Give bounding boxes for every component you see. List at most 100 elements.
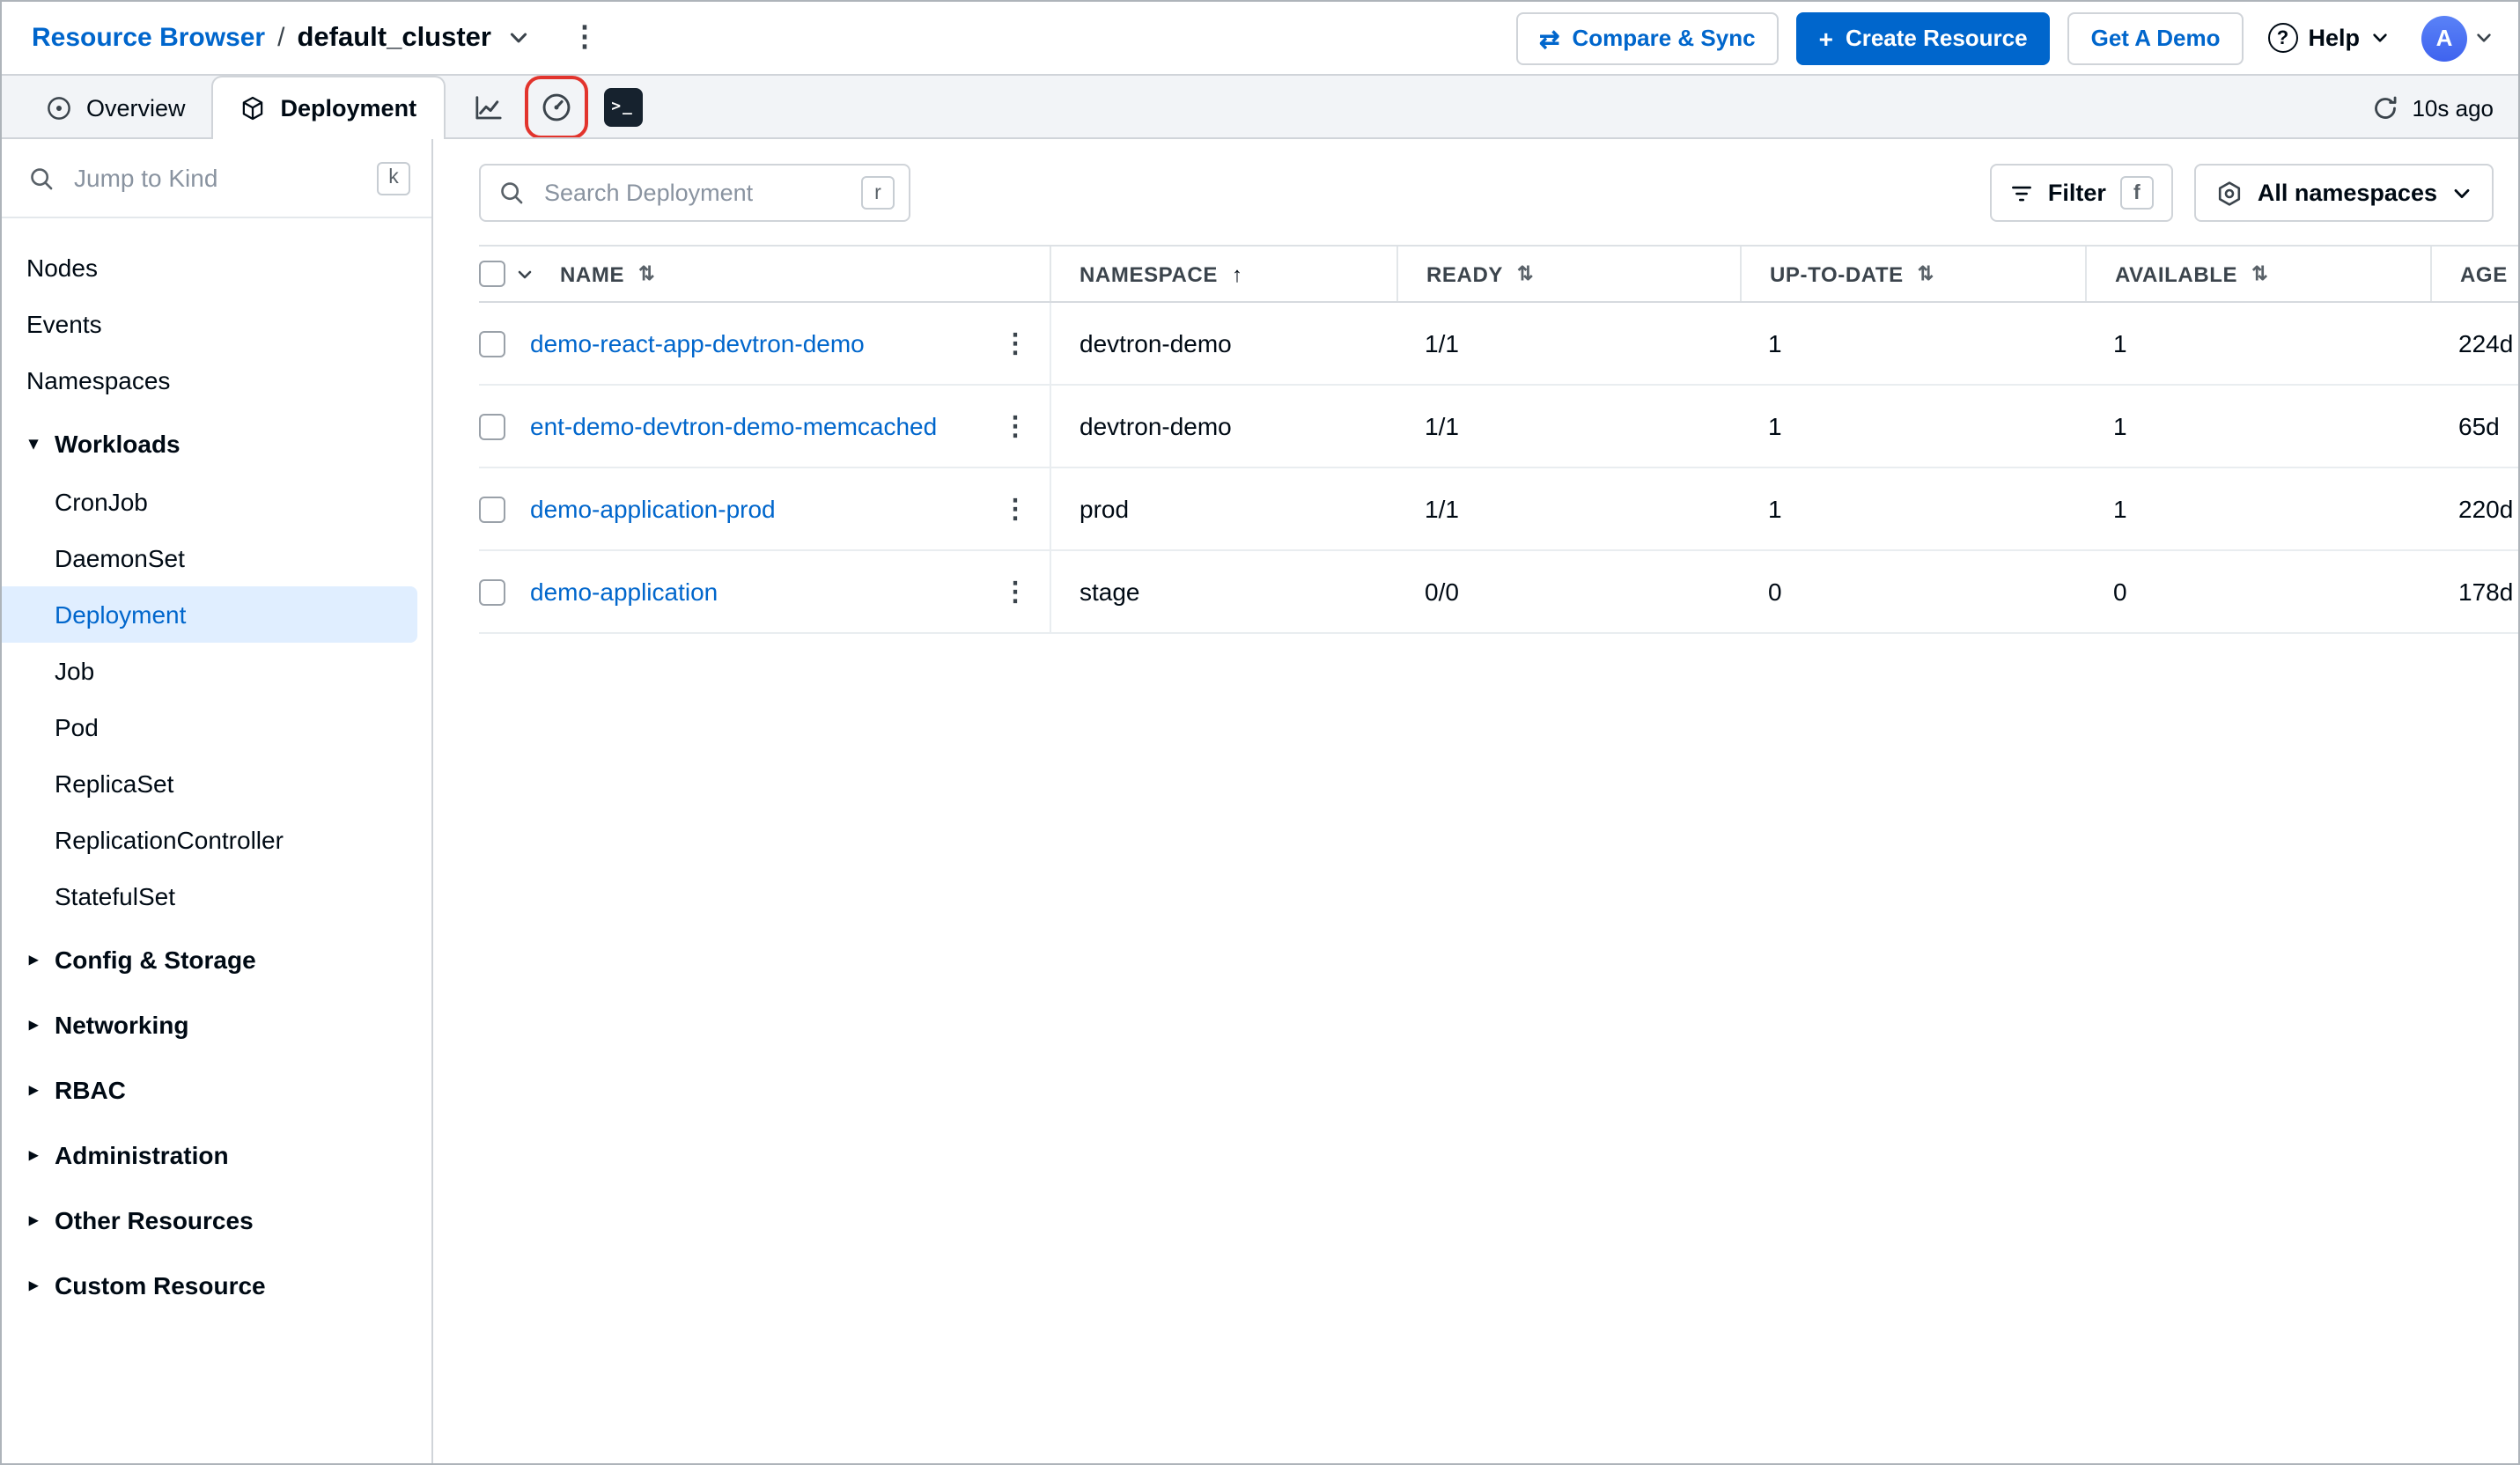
- sidebar-group-other-resources[interactable]: ▸ Other Resources: [2, 1190, 431, 1250]
- cluster-name: default_cluster: [297, 22, 491, 52]
- kind-sidebar: k Nodes Events Namespaces ▾ Workloads Cr…: [2, 139, 433, 1463]
- help-label: Help: [2308, 25, 2360, 51]
- toolbar-right: Filter f All namespaces: [1989, 164, 2494, 222]
- up-to-date-cell: 1: [1768, 329, 1782, 357]
- sort-icon[interactable]: ⇅: [1918, 262, 1934, 285]
- ready-cell: 0/0: [1425, 578, 1459, 606]
- sidebar-item-label: Deployment: [55, 600, 187, 629]
- breadcrumb-resource-browser-link[interactable]: Resource Browser: [32, 23, 265, 53]
- breadcrumb-menu-icon[interactable]: ⋮: [564, 23, 606, 52]
- row-menu-icon[interactable]: ⋮: [995, 330, 1035, 357]
- namespace-cell: stage: [1079, 578, 1140, 606]
- filter-button[interactable]: Filter f: [1989, 164, 2173, 222]
- available-cell: 1: [2113, 412, 2127, 440]
- resource-name-link[interactable]: demo-application-prod: [530, 495, 995, 523]
- gauge-monitor-icon: [542, 93, 570, 121]
- age-cell: 178d: [2458, 578, 2514, 606]
- sort-icon[interactable]: ⇅: [1517, 262, 1534, 285]
- filter-icon: [2011, 185, 2031, 201]
- kind-shortcut-badge: k: [377, 161, 410, 195]
- bulk-select-chevron-down-icon[interactable]: [516, 265, 534, 283]
- table-row: demo-react-app-devtron-demo ⋮ devtron-de…: [479, 303, 2518, 386]
- column-label[interactable]: NAMESPACE: [1079, 261, 1218, 286]
- monitoring-dashboard-button[interactable]: [524, 76, 588, 139]
- namespace-chevron-down-icon: [2454, 188, 2470, 197]
- sidebar-item-job[interactable]: Job: [2, 643, 431, 699]
- row-checkbox[interactable]: [479, 496, 505, 522]
- column-label[interactable]: AVAILABLE: [2115, 261, 2237, 286]
- sidebar-group-networking[interactable]: ▸ Networking: [2, 995, 431, 1055]
- column-label[interactable]: AGE: [2460, 261, 2508, 286]
- sidebar-group-custom-resource[interactable]: ▸ Custom Resource: [2, 1255, 431, 1315]
- table-header-row: NAME ⇅ NAMESPACE ↑ READY ⇅ UP-TO-DATE ⇅: [479, 245, 2518, 303]
- caret-right-icon: ▸: [28, 1145, 39, 1165]
- namespace-filter-dropdown[interactable]: All namespaces: [2193, 164, 2494, 222]
- column-label[interactable]: NAME: [560, 261, 624, 286]
- caret-right-icon: ▸: [28, 1015, 39, 1034]
- sidebar-item-statefulset[interactable]: StatefulSet: [2, 868, 431, 924]
- refresh-timestamp: 10s ago: [2412, 94, 2494, 121]
- sidebar-group-config-storage[interactable]: ▸ Config & Storage: [2, 930, 431, 990]
- cluster-terminal-button[interactable]: >_: [600, 85, 645, 130]
- get-demo-button[interactable]: Get A Demo: [2067, 11, 2244, 64]
- row-checkbox[interactable]: [479, 330, 505, 357]
- namespace-cell: devtron-demo: [1079, 412, 1232, 440]
- compare-sync-button[interactable]: ⇄ Compare & Sync: [1516, 11, 1779, 64]
- row-checkbox[interactable]: [479, 578, 505, 605]
- sidebar-item-nodes[interactable]: Nodes: [2, 239, 431, 296]
- select-all-checkbox[interactable]: [479, 261, 505, 287]
- table-row: ent-demo-devtron-demo-memcached ⋮ devtro…: [479, 386, 2518, 468]
- resource-name-link[interactable]: demo-react-app-devtron-demo: [530, 329, 995, 357]
- resource-name-link[interactable]: ent-demo-devtron-demo-memcached: [530, 412, 995, 440]
- refresh-status[interactable]: 10s ago: [2371, 76, 2494, 139]
- kind-list: Nodes Events Namespaces ▾ Workloads Cron…: [2, 218, 431, 1336]
- caret-right-icon: ▸: [28, 1080, 39, 1100]
- sidebar-item-label: Namespaces: [26, 366, 171, 394]
- jump-to-kind-input[interactable]: [70, 162, 361, 194]
- sidebar-item-deployment[interactable]: Deployment: [2, 586, 417, 643]
- sidebar-item-namespaces[interactable]: Namespaces: [2, 352, 431, 409]
- row-checkbox[interactable]: [479, 413, 505, 439]
- ready-cell: 1/1: [1425, 495, 1459, 523]
- sidebar-item-pod[interactable]: Pod: [2, 699, 431, 755]
- table-row: demo-application ⋮ stage 0/0 0 0 178d: [479, 551, 2518, 634]
- sort-icon[interactable]: ⇅: [638, 262, 655, 285]
- row-menu-icon[interactable]: ⋮: [995, 578, 1035, 605]
- tab-deployment[interactable]: Deployment: [211, 76, 446, 139]
- sidebar-item-events[interactable]: Events: [2, 296, 431, 352]
- avatar: A: [2421, 15, 2467, 61]
- sidebar-item-replicationcontroller[interactable]: ReplicationController: [2, 812, 431, 868]
- main-panel: r Filter f All namespaces: [433, 139, 2518, 1463]
- top-bar: Resource Browser / default_cluster ⋮ ⇄ C…: [2, 2, 2518, 76]
- column-label[interactable]: UP-TO-DATE: [1770, 261, 1904, 286]
- create-resource-button[interactable]: + Create Resource: [1795, 11, 2051, 64]
- sort-icon[interactable]: ⇅: [2251, 262, 2268, 285]
- header-age: AGE ⇅: [2430, 247, 2518, 301]
- row-menu-icon[interactable]: ⋮: [995, 496, 1035, 522]
- sidebar-item-daemonset[interactable]: DaemonSet: [2, 530, 431, 586]
- metrics-chart-button[interactable]: [466, 85, 512, 130]
- sidebar-group-administration[interactable]: ▸ Administration: [2, 1125, 431, 1185]
- row-menu-icon[interactable]: ⋮: [995, 413, 1035, 439]
- search-shortcut-badge: r: [861, 176, 895, 210]
- resource-name-link[interactable]: demo-application: [530, 578, 995, 606]
- compare-sync-label: Compare & Sync: [1572, 25, 1756, 51]
- sidebar-item-cronjob[interactable]: CronJob: [2, 474, 431, 530]
- name-cell: demo-application-prod ⋮: [479, 468, 1051, 549]
- sidebar-item-replicaset[interactable]: ReplicaSet: [2, 755, 431, 812]
- get-demo-label: Get A Demo: [2090, 25, 2221, 51]
- column-label[interactable]: READY: [1426, 261, 1503, 286]
- up-to-date-cell: 1: [1768, 412, 1782, 440]
- sidebar-group-rbac[interactable]: ▸ RBAC: [2, 1060, 431, 1120]
- header-namespace: NAMESPACE ↑: [1051, 247, 1396, 301]
- tab-overview[interactable]: Overview: [19, 76, 212, 139]
- search-deployment-input[interactable]: [541, 178, 845, 208]
- compare-arrows-icon: ⇄: [1539, 24, 1560, 52]
- user-menu[interactable]: A: [2421, 15, 2494, 61]
- help-menu[interactable]: ? Help: [2267, 23, 2390, 53]
- sort-ascending-icon[interactable]: ↑: [1232, 261, 1243, 286]
- cluster-switch-chevron-down-icon[interactable]: [507, 26, 530, 49]
- dynamic-tab-bar: Overview Deployment >_ 10s ago: [2, 76, 2518, 139]
- sidebar-group-workloads[interactable]: ▾ Workloads: [2, 414, 431, 474]
- sidebar-group-label: Networking: [55, 1011, 189, 1039]
